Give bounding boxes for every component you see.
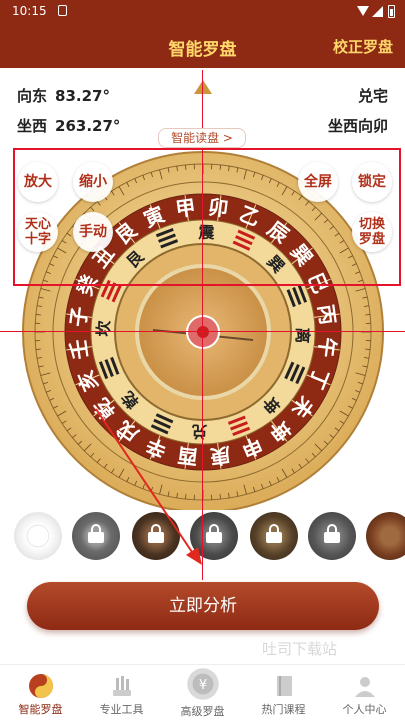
- mountain-label: 庚: [209, 443, 232, 470]
- zoom-in-button[interactable]: 放大: [18, 162, 58, 202]
- manual-mode-button[interactable]: 手动: [73, 212, 113, 252]
- tab-advanced-compass[interactable]: ¥ 高级罗盘: [162, 667, 243, 719]
- tab-hot-courses[interactable]: 热门课程: [243, 673, 324, 717]
- coin-icon: ¥: [186, 668, 219, 700]
- calibrate-compass-button[interactable]: 校正罗盘: [333, 36, 393, 57]
- user-icon: [354, 677, 375, 697]
- bottom-tab-bar: 智能罗盘 专业工具 ¥ 高级罗盘 热门课程 个人中心: [0, 664, 405, 720]
- direction-pointer-icon: [194, 80, 212, 94]
- mountain-label: 午: [314, 336, 340, 359]
- mountain-label: 子: [66, 305, 92, 328]
- guide-arrow-icon: [95, 408, 202, 565]
- trigram-label: 坎: [94, 320, 114, 337]
- sim-icon: [58, 5, 67, 16]
- compass-style-thumb-1[interactable]: [14, 512, 62, 560]
- fullscreen-button[interactable]: 全屏: [298, 162, 338, 202]
- crosshair-horizontal: [0, 331, 405, 332]
- analyze-now-button[interactable]: 立即分析: [27, 582, 379, 630]
- zoom-out-button[interactable]: 缩小: [73, 162, 113, 202]
- book-icon: [276, 676, 292, 696]
- crosshair-toggle-button[interactable]: 天心 十字: [18, 212, 58, 252]
- lock-icon: [266, 524, 282, 543]
- status-time: 10:15: [12, 4, 47, 18]
- control-panel-frame: [13, 148, 401, 286]
- sitting-label: 坐西: [17, 117, 48, 135]
- compass-style-thumb-6[interactable]: [308, 512, 356, 560]
- mountain-label: 壬: [66, 338, 93, 361]
- facing-label: 向东: [17, 87, 48, 105]
- compass-style-thumb-5[interactable]: [250, 512, 298, 560]
- tab-profile[interactable]: 个人中心: [324, 673, 405, 717]
- sitting-reading: 坐西 263.27°: [17, 115, 120, 136]
- smart-read-disk-button[interactable]: 智能读盘 >: [158, 128, 246, 148]
- lock-button[interactable]: 锁定: [352, 162, 392, 202]
- facing-reading: 向东 83.27°: [17, 85, 110, 106]
- mountain-label: 丙: [314, 303, 341, 326]
- trigram-label: 离: [293, 327, 313, 344]
- tab-pro-tools[interactable]: 专业工具: [81, 673, 162, 717]
- battery-icon: [388, 5, 395, 18]
- tools-icon: [112, 676, 131, 696]
- yin-yang-icon: [28, 674, 53, 698]
- wifi-icon: [357, 6, 369, 16]
- status-bar: 10:15: [0, 0, 405, 24]
- svg-text:¥: ¥: [198, 678, 206, 693]
- compass-style-thumb-7[interactable]: [366, 512, 405, 560]
- house-type: 兑宅: [357, 87, 388, 105]
- lock-icon: [324, 524, 340, 543]
- watermark: 吐司下载站: [262, 640, 338, 658]
- signal-icon: [372, 6, 383, 17]
- app-header: 智能罗盘 校正罗盘: [0, 24, 405, 68]
- tab-smart-compass[interactable]: 智能罗盘: [0, 673, 81, 717]
- sitting-degree: 263.27°: [55, 117, 121, 135]
- facing-degree: 83.27°: [55, 87, 110, 105]
- switch-compass-button[interactable]: 切换 罗盘: [352, 212, 392, 252]
- orientation-text: 坐西向卯: [327, 117, 388, 135]
